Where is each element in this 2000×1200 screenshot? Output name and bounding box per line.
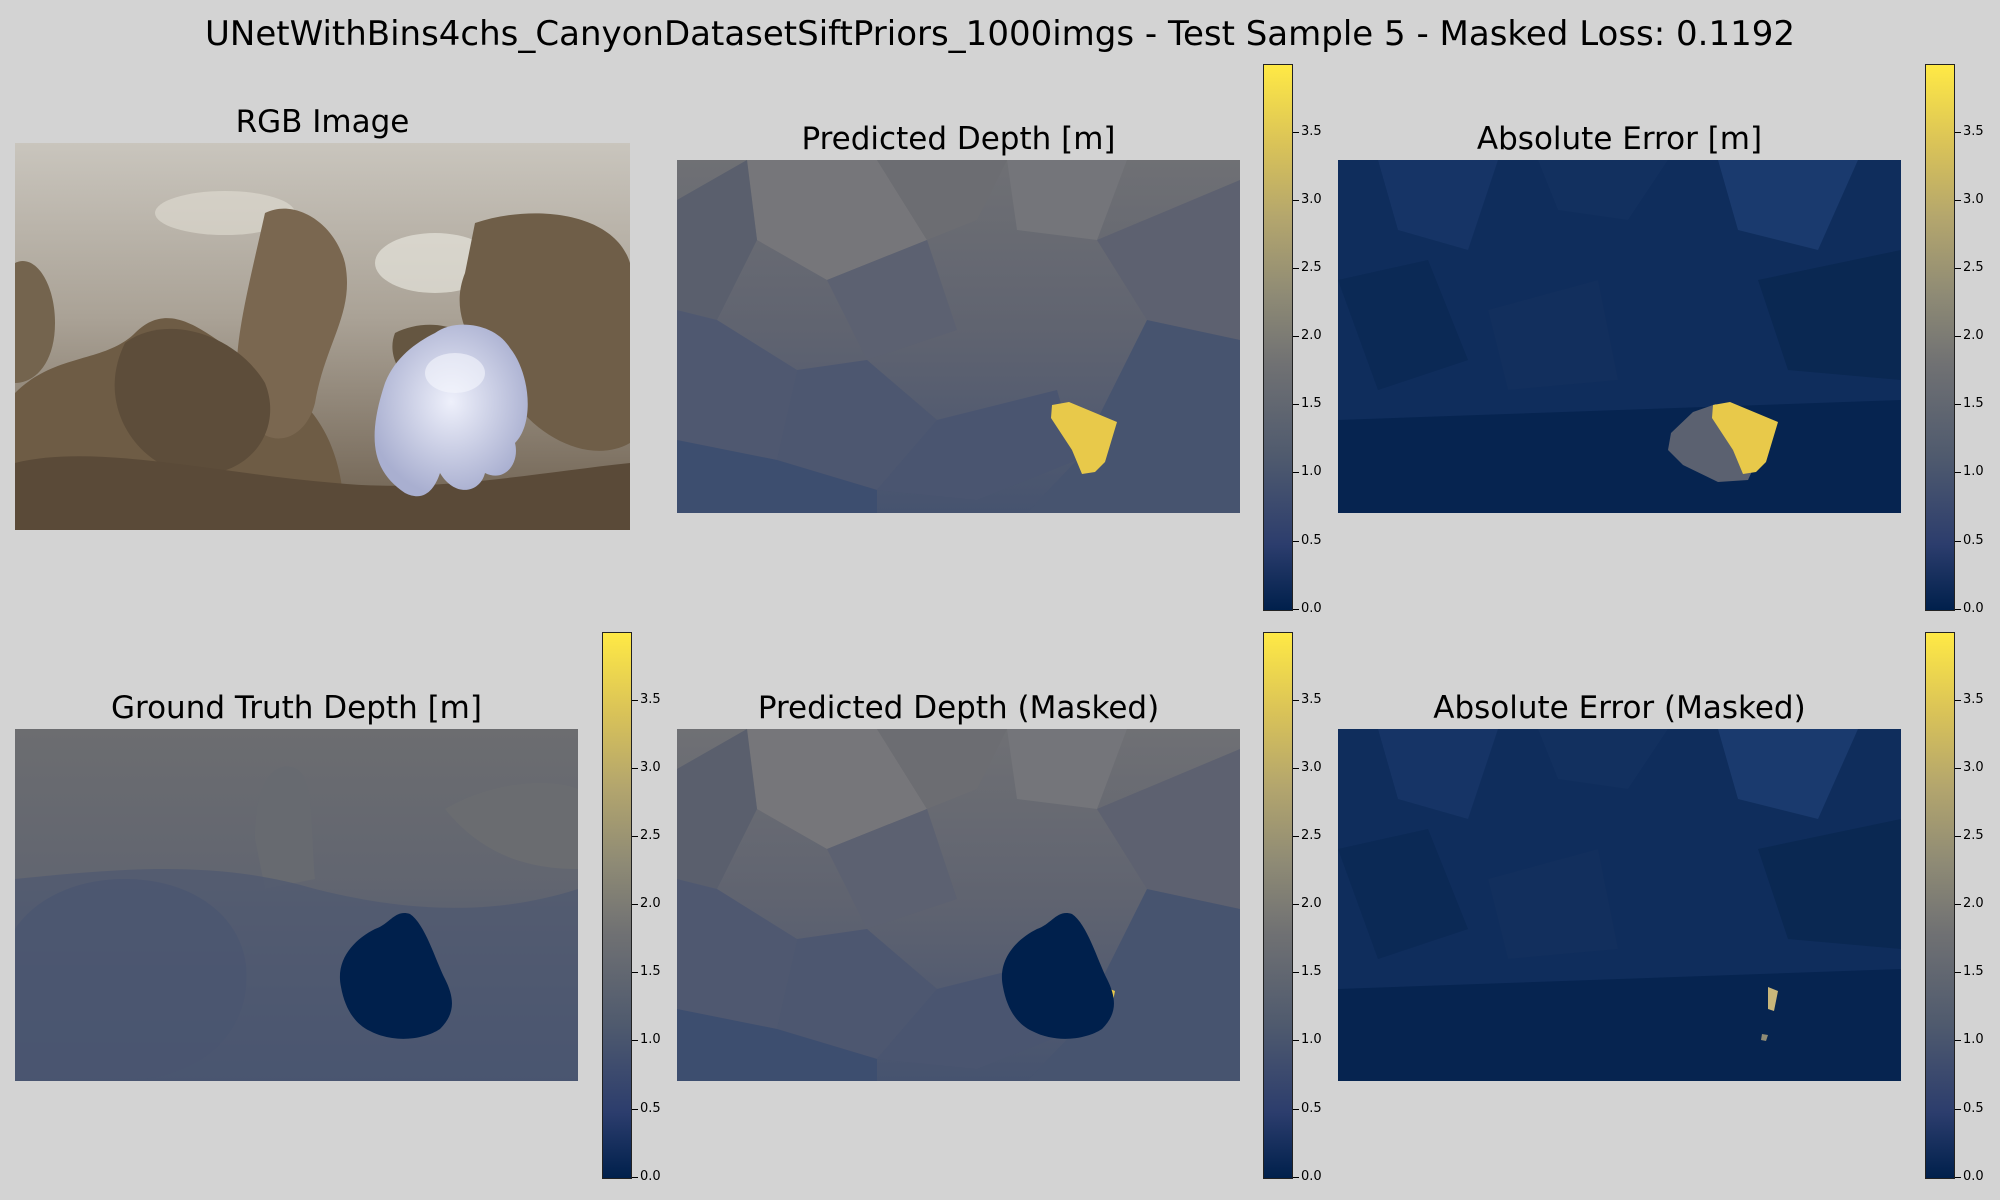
tick-label: 0.5: [1955, 1101, 1984, 1116]
tick-label: 2.5: [1293, 260, 1322, 275]
tick-label: 2.5: [1955, 260, 1984, 275]
tick-label: 1.0: [1293, 1032, 1322, 1047]
figure-title: UNetWithBins4chs_CanyonDatasetSiftPriors…: [205, 14, 1795, 54]
predicted-depth-colorbar: [1263, 64, 1293, 611]
ground-truth-colorbar: [602, 632, 632, 1179]
tick-label: 1.0: [1955, 464, 1984, 479]
tick-label: 0.0: [1955, 601, 1984, 616]
tick-label: 1.0: [1293, 464, 1322, 479]
absolute-error-image: [1338, 160, 1901, 513]
tick-label: 3.5: [1955, 692, 1984, 707]
predicted-depth-masked-colorbar: [1263, 632, 1293, 1179]
tick-label: 3.5: [1293, 124, 1322, 139]
tick-label: 0.5: [1293, 1101, 1322, 1116]
tick-label: 0.5: [632, 1101, 661, 1116]
tick-label: 1.5: [1955, 964, 1984, 979]
absolute-error-masked-colorbar: [1925, 632, 1955, 1179]
tick-label: 0.0: [1955, 1169, 1984, 1184]
tick-label: 3.0: [1955, 192, 1984, 207]
tick-label: 3.0: [632, 760, 661, 775]
rgb-image-title: RGB Image: [235, 104, 410, 140]
tick-label: 1.0: [1955, 1032, 1984, 1047]
tick-label: 1.5: [1293, 964, 1322, 979]
tick-label: 3.5: [632, 692, 661, 707]
tick-label: 2.0: [632, 896, 661, 911]
tick-label: 3.0: [1293, 760, 1322, 775]
absolute-error-title: Absolute Error [m]: [1476, 121, 1763, 157]
tick-label: 2.0: [1955, 328, 1984, 343]
absolute-error-masked-image: [1338, 729, 1901, 1081]
tick-label: 0.0: [1293, 1169, 1322, 1184]
predicted-depth-masked-title: Predicted Depth (Masked): [757, 690, 1160, 726]
ground-truth-depth-image: [15, 729, 578, 1081]
tick-label: 0.0: [632, 1169, 661, 1184]
tick-label: 2.5: [1293, 828, 1322, 843]
predicted-depth-image: [677, 160, 1240, 513]
tick-label: 2.0: [1955, 896, 1984, 911]
tick-label: 0.5: [1955, 533, 1984, 548]
absolute-error-colorbar: [1925, 64, 1955, 611]
absolute-error-masked-title: Absolute Error (Masked): [1433, 690, 1806, 726]
predicted-depth-title: Predicted Depth [m]: [801, 121, 1116, 157]
tick-label: 0.0: [1293, 601, 1322, 616]
rgb-image: [15, 143, 630, 530]
tick-label: 3.0: [1293, 192, 1322, 207]
tick-label: 2.5: [632, 828, 661, 843]
tick-label: 1.5: [632, 964, 661, 979]
tick-label: 3.0: [1955, 760, 1984, 775]
tick-label: 2.5: [1955, 828, 1984, 843]
tick-label: 1.0: [632, 1032, 661, 1047]
tick-label: 3.5: [1955, 124, 1984, 139]
ground-truth-depth-title: Ground Truth Depth [m]: [111, 690, 482, 726]
tick-label: 0.5: [1293, 533, 1322, 548]
tick-label: 2.0: [1293, 896, 1322, 911]
tick-label: 1.5: [1955, 396, 1984, 411]
tick-label: 1.5: [1293, 396, 1322, 411]
tick-label: 3.5: [1293, 692, 1322, 707]
tick-label: 2.0: [1293, 328, 1322, 343]
predicted-depth-masked-image: [677, 729, 1240, 1081]
